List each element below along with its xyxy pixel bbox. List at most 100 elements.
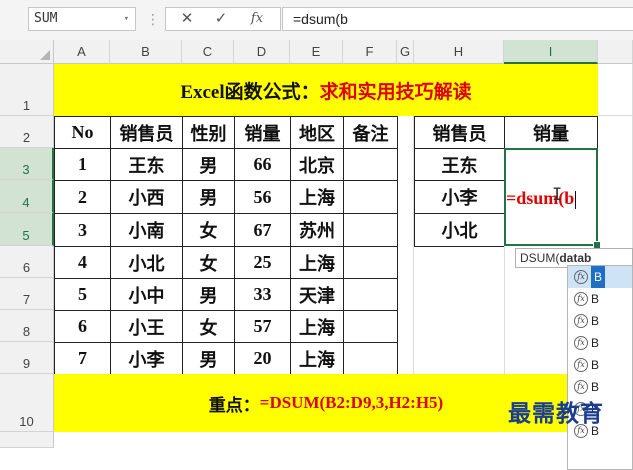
formula-input[interactable]: =dsum(b <box>282 7 633 31</box>
table-cell[interactable] <box>343 310 398 343</box>
enter-icon[interactable]: ✓ <box>206 9 236 29</box>
function-icon: fx <box>574 358 588 372</box>
table-cell[interactable]: 67 <box>234 213 291 247</box>
empty-cell[interactable] <box>598 64 633 116</box>
column-header-b[interactable]: B <box>110 40 182 64</box>
row-header-5[interactable]: 5 <box>0 213 54 246</box>
table-cell[interactable]: 33 <box>234 278 291 311</box>
table-cell[interactable]: 小西 <box>110 180 183 214</box>
select-all-icon <box>40 50 50 60</box>
column-header-h[interactable]: H <box>414 40 504 64</box>
table-cell[interactable]: 上海 <box>290 246 344 279</box>
table-header-sales[interactable]: 销量 <box>234 116 291 149</box>
table-cell[interactable]: 小李 <box>110 342 183 375</box>
title-cell[interactable]: Excel函数公式： 求和实用技巧解读 <box>54 64 598 116</box>
formula-buttons: ✕ ✓ fx <box>165 7 281 31</box>
table-cell[interactable]: 小南 <box>110 213 183 247</box>
row-header-8[interactable]: 8 <box>0 310 54 342</box>
criteria-cell[interactable]: 小北 <box>414 213 505 247</box>
table-cell[interactable]: 小王 <box>110 310 183 343</box>
table-header-salesperson[interactable]: 销售员 <box>110 116 183 149</box>
column-header-g[interactable]: G <box>397 40 414 64</box>
table-cell[interactable]: 20 <box>234 342 291 375</box>
row-header-6[interactable]: 6 <box>0 246 54 278</box>
function-icon: fx <box>574 270 588 284</box>
table-cell[interactable]: 2 <box>54 180 111 214</box>
column-header-a[interactable]: A <box>54 40 110 64</box>
table-cell[interactable]: 女 <box>182 213 235 247</box>
table-cell[interactable] <box>343 213 398 247</box>
column-header-f[interactable]: F <box>343 40 397 64</box>
table-cell[interactable]: 女 <box>182 246 235 279</box>
table-cell[interactable]: 苏州 <box>290 213 344 247</box>
autocomplete-list: fx B fx B fx B fx B fx B fx B fx B fx B <box>567 265 633 470</box>
table-cell[interactable]: 66 <box>234 148 291 181</box>
chevron-down-icon[interactable]: ▾ <box>124 8 129 30</box>
table-cell[interactable] <box>343 278 398 311</box>
table-cell[interactable]: 6 <box>54 310 111 343</box>
table-cell[interactable]: 7 <box>54 342 111 375</box>
table-cell[interactable]: 男 <box>182 148 235 181</box>
table-cell[interactable]: 3 <box>54 213 111 247</box>
table-cell[interactable] <box>343 148 398 181</box>
table-header-remark[interactable]: 备注 <box>343 116 398 149</box>
row-header-7[interactable]: 7 <box>0 278 54 310</box>
criteria-cell[interactable]: 小李 <box>414 180 505 214</box>
table-cell[interactable]: 上海 <box>290 342 344 375</box>
table-cell[interactable]: 上海 <box>290 310 344 343</box>
column-header-j[interactable] <box>598 40 633 64</box>
table-cell[interactable]: 女 <box>182 310 235 343</box>
table-cell[interactable] <box>343 180 398 214</box>
table-cell[interactable]: 男 <box>182 342 235 375</box>
table-cell[interactable]: 5 <box>54 278 111 311</box>
column-header-e[interactable]: E <box>290 40 343 64</box>
table-cell[interactable]: 男 <box>182 278 235 311</box>
table-cell[interactable]: 1 <box>54 148 111 181</box>
table-cell[interactable]: 天津 <box>290 278 344 311</box>
table-cell[interactable]: 4 <box>54 246 111 279</box>
column-header-d[interactable]: D <box>234 40 290 64</box>
list-item[interactable]: fx B <box>568 354 632 376</box>
name-box[interactable]: SUM ▾ <box>28 7 136 31</box>
table-header-no[interactable]: No <box>54 116 111 149</box>
row-header-2[interactable]: 2 <box>0 116 54 148</box>
table-cell[interactable]: 王东 <box>110 148 183 181</box>
list-item[interactable]: fx B <box>568 288 632 310</box>
grip-icon[interactable]: ⋮ <box>146 11 160 28</box>
table-cell[interactable] <box>343 342 398 375</box>
row-header-11[interactable] <box>0 432 54 448</box>
function-icon: fx <box>574 336 588 350</box>
criteria-header-sales[interactable]: 销量 <box>504 116 598 149</box>
empty-cell[interactable] <box>414 246 505 375</box>
table-cell[interactable]: 57 <box>234 310 291 343</box>
column-header-i[interactable]: I <box>504 40 598 64</box>
row-header-4[interactable]: 4 <box>0 180 54 213</box>
list-item[interactable]: fx B <box>568 332 632 354</box>
insert-function-icon[interactable]: fx <box>242 9 272 29</box>
column-g-spacer[interactable] <box>397 116 414 375</box>
table-header-gender[interactable]: 性别 <box>182 116 235 149</box>
table-cell[interactable] <box>343 246 398 279</box>
column-header-c[interactable]: C <box>182 40 234 64</box>
list-item[interactable]: fx B <box>568 266 632 288</box>
table-cell[interactable]: 25 <box>234 246 291 279</box>
list-item[interactable]: fx B <box>568 310 632 332</box>
table-cell[interactable]: 小北 <box>110 246 183 279</box>
row-header-10[interactable]: 10 <box>0 374 54 432</box>
row-header-3[interactable]: 3 <box>0 148 54 180</box>
table-cell[interactable]: 上海 <box>290 180 344 214</box>
criteria-cell[interactable]: 王东 <box>414 148 505 181</box>
criteria-header-salesperson[interactable]: 销售员 <box>414 116 505 149</box>
table-cell[interactable]: 男 <box>182 180 235 214</box>
formula-bar: SUM ▾ ⋮ ✕ ✓ fx =dsum(b <box>0 0 633 41</box>
table-cell[interactable]: 小中 <box>110 278 183 311</box>
select-all-corner[interactable] <box>0 40 54 64</box>
note-prefix: 重点： <box>208 395 260 415</box>
name-box-value: SUM <box>34 11 58 26</box>
table-cell[interactable]: 56 <box>234 180 291 214</box>
table-cell[interactable]: 北京 <box>290 148 344 181</box>
row-header-9[interactable]: 9 <box>0 342 54 374</box>
table-header-region[interactable]: 地区 <box>290 116 344 149</box>
row-header-1[interactable]: 1 <box>0 64 54 116</box>
cancel-icon[interactable]: ✕ <box>172 9 202 29</box>
